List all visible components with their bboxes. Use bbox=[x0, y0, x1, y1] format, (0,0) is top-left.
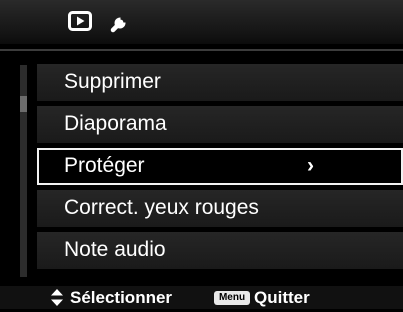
tab-bar bbox=[0, 0, 403, 44]
tab-divider bbox=[0, 49, 403, 51]
menu-item-label: Supprimer bbox=[64, 70, 161, 93]
footer-hint-bar: Sélectionner Menu Quitter bbox=[0, 286, 403, 309]
menu-item-red-eye[interactable]: Correct. yeux rouges bbox=[37, 190, 403, 227]
menu-item-voice-memo[interactable]: Note audio bbox=[37, 232, 403, 269]
menu-button-icon: Menu bbox=[214, 291, 250, 305]
menu-item-label: Note audio bbox=[64, 238, 166, 261]
play-icon[interactable] bbox=[68, 11, 92, 36]
menu-list: Supprimer Diaporama Protéger › Correct. … bbox=[37, 64, 403, 274]
select-hint: Sélectionner bbox=[70, 288, 173, 307]
menu-item-delete[interactable]: Supprimer bbox=[37, 64, 403, 101]
chevron-right-icon: › bbox=[307, 154, 314, 177]
menu-item-protect[interactable]: Protéger › bbox=[37, 148, 403, 185]
menu-item-label: Protéger bbox=[64, 154, 145, 177]
scrollbar-thumb[interactable] bbox=[20, 96, 27, 112]
quit-hint: Quitter bbox=[254, 288, 310, 307]
menu-item-label: Diaporama bbox=[64, 112, 167, 135]
wrench-icon[interactable] bbox=[110, 11, 132, 38]
menu-item-label: Correct. yeux rouges bbox=[64, 196, 259, 219]
menu-item-slideshow[interactable]: Diaporama bbox=[37, 106, 403, 143]
